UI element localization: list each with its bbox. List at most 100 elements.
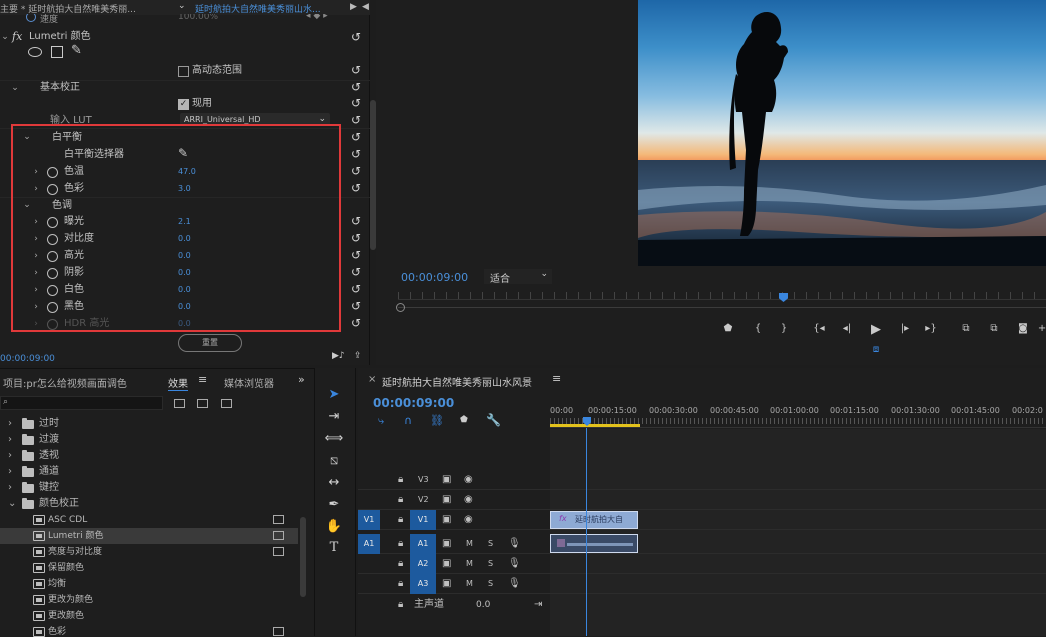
shadows-value[interactable]: 0.0 xyxy=(178,267,191,279)
menu-icon[interactable]: ≡ xyxy=(552,372,561,385)
reset-icon[interactable]: ↺ xyxy=(349,130,363,144)
input-lut-select[interactable]: ARRI_Universal_HD ⌄ xyxy=(180,113,330,126)
effect-item[interactable]: ASC CDL xyxy=(0,512,298,528)
sync-lock-icon[interactable]: ▣ xyxy=(442,574,451,594)
scroll-track[interactable] xyxy=(398,307,1046,308)
hand-tool-icon[interactable]: ✋ xyxy=(324,516,344,536)
chevron-right-icon[interactable]: › xyxy=(31,183,41,195)
source-patch-v1[interactable]: V1 xyxy=(358,510,380,530)
chevron-down-icon[interactable]: ⌄ xyxy=(22,131,32,143)
reset-icon[interactable]: ↺ xyxy=(349,96,363,110)
search-input[interactable]: ⌕ xyxy=(0,396,163,410)
chevron-right-icon[interactable]: › xyxy=(31,250,41,262)
ripple-edit-tool-icon[interactable]: ⟺ xyxy=(324,428,344,448)
chevron-right-icon[interactable]: › xyxy=(8,416,12,432)
comparison-view-icon[interactable]: ⧈ xyxy=(870,344,882,356)
razor-tool-icon[interactable]: ⧅ xyxy=(324,450,344,470)
fit-select[interactable]: 适合 ⌄ xyxy=(484,269,552,285)
solo-button[interactable]: S xyxy=(488,534,493,554)
effect-item[interactable]: 亮度与对比度 xyxy=(0,544,298,560)
effect-item[interactable]: 保留颜色 xyxy=(0,560,298,576)
highlights-value[interactable]: 0.0 xyxy=(178,250,191,262)
microphone-icon[interactable]: 🎙︎ xyxy=(508,554,521,574)
accelerated-filter-icon[interactable] xyxy=(174,399,185,408)
effect-folder[interactable]: › 过渡 xyxy=(0,432,298,448)
pen-tool-icon[interactable]: ✒ xyxy=(324,494,344,514)
stopwatch-icon[interactable] xyxy=(47,217,58,228)
stopwatch-icon[interactable] xyxy=(47,268,58,279)
exposure-value[interactable]: 2.1 xyxy=(178,216,191,228)
scrollbar[interactable] xyxy=(300,517,306,597)
solo-button[interactable]: S xyxy=(488,554,493,574)
chevron-right-icon[interactable]: › xyxy=(8,448,12,464)
reset-icon[interactable]: ↺ xyxy=(349,231,363,245)
use-checkbox[interactable]: ✓ xyxy=(178,99,189,110)
temperature-value[interactable]: 47.0 xyxy=(178,166,196,178)
sync-lock-icon[interactable]: ▣ xyxy=(442,510,451,530)
play-icon[interactable]: ▶ xyxy=(868,321,884,337)
wrench-icon[interactable]: 🔧 xyxy=(486,413,501,427)
reset-icon[interactable]: ↺ xyxy=(349,265,363,279)
sequence-tab[interactable]: 延时航拍大自然唯美秀丽山水风景 xyxy=(382,374,532,389)
scroll-handle[interactable] xyxy=(396,303,405,312)
chevron-down-icon[interactable]: ⌄ xyxy=(178,1,186,11)
reset-icon[interactable]: ↺ xyxy=(349,164,363,178)
effect-item[interactable]: 更改颜色 xyxy=(0,608,298,624)
effect-item[interactable]: Lumetri 颜色 xyxy=(0,528,298,544)
chevron-right-icon[interactable]: › xyxy=(31,233,41,245)
effect-item[interactable]: 均衡 xyxy=(0,576,298,592)
reset-button[interactable]: 重置 xyxy=(178,334,242,352)
sync-lock-icon[interactable]: ▣ xyxy=(442,534,451,554)
eye-icon[interactable]: ◉ xyxy=(464,490,473,510)
mute-button[interactable]: M xyxy=(466,574,473,594)
tab-effects[interactable]: 效果 xyxy=(168,375,188,390)
keyframe-nav-icon[interactable]: ◂ ◆ ▸ xyxy=(306,14,328,21)
lock-icon[interactable]: 🔒︎ xyxy=(398,595,403,615)
effect-folder[interactable]: › 通道 xyxy=(0,464,298,480)
mute-button[interactable]: M xyxy=(466,534,473,554)
effect-folder[interactable]: › 过时 xyxy=(0,416,298,432)
selection-tool-icon[interactable]: ➤ xyxy=(324,384,344,404)
audio-clip[interactable] xyxy=(550,534,638,553)
tab-project[interactable]: 项目:pr怎么给视频画面调色 xyxy=(3,375,127,390)
blacks-value[interactable]: 0.0 xyxy=(178,301,191,313)
reset-icon[interactable]: ↺ xyxy=(349,214,363,228)
more-tabs-icon[interactable]: » xyxy=(298,373,305,386)
chevron-right-icon[interactable]: › xyxy=(31,267,41,279)
microphone-icon[interactable]: 🎙︎ xyxy=(508,574,521,594)
chevron-down-icon[interactable]: ⌄ xyxy=(10,82,20,94)
mute-button[interactable]: M xyxy=(466,554,473,574)
effect-folder[interactable]: › 透视 xyxy=(0,448,298,464)
chevron-right-icon[interactable]: › xyxy=(8,432,12,448)
go-to-end-icon[interactable]: ⇥ xyxy=(534,595,542,615)
fx-icon[interactable]: fx xyxy=(12,30,22,43)
filter-icon[interactable]: ▶♪ xyxy=(332,351,345,361)
program-ruler[interactable] xyxy=(398,292,1046,300)
reset-icon[interactable]: ↺ xyxy=(349,30,363,44)
reset-icon[interactable]: ↺ xyxy=(349,80,363,94)
effect-item[interactable]: 更改为颜色 xyxy=(0,592,298,608)
lock-icon[interactable]: 🔒︎ xyxy=(398,574,403,594)
work-area-bar[interactable] xyxy=(550,424,640,427)
chevron-right-icon[interactable]: › xyxy=(31,318,41,330)
timeline-ruler[interactable]: 00:00 00:00:15:00 00:00:30:00 00:00:45:0… xyxy=(550,402,1046,428)
stopwatch-icon[interactable] xyxy=(47,184,58,195)
step-back-icon[interactable]: ◂| xyxy=(840,323,854,335)
add-marker-icon[interactable]: ⬟ xyxy=(722,323,734,335)
snap-icon[interactable]: ∩ xyxy=(404,414,412,427)
yuv-filter-icon[interactable] xyxy=(221,399,232,408)
chevron-right-icon[interactable]: › xyxy=(8,464,12,480)
effect-item[interactable]: 色彩 xyxy=(0,624,298,637)
chevron-right-icon[interactable]: › xyxy=(31,301,41,313)
stopwatch-icon[interactable] xyxy=(47,251,58,262)
microphone-icon[interactable]: 🎙︎ xyxy=(508,534,521,554)
ellipse-mask-icon[interactable] xyxy=(28,47,42,57)
tint-value[interactable]: 3.0 xyxy=(178,183,191,195)
chevron-down-icon[interactable]: ⌄ xyxy=(8,496,16,512)
go-to-in-icon[interactable]: {◂ xyxy=(812,323,826,335)
lock-icon[interactable]: 🔒︎ xyxy=(398,534,403,554)
reset-icon[interactable]: ↺ xyxy=(349,282,363,296)
stopwatch-icon[interactable] xyxy=(47,285,58,296)
reset-icon[interactable]: ↺ xyxy=(349,113,363,127)
reset-icon[interactable]: ↺ xyxy=(349,248,363,262)
